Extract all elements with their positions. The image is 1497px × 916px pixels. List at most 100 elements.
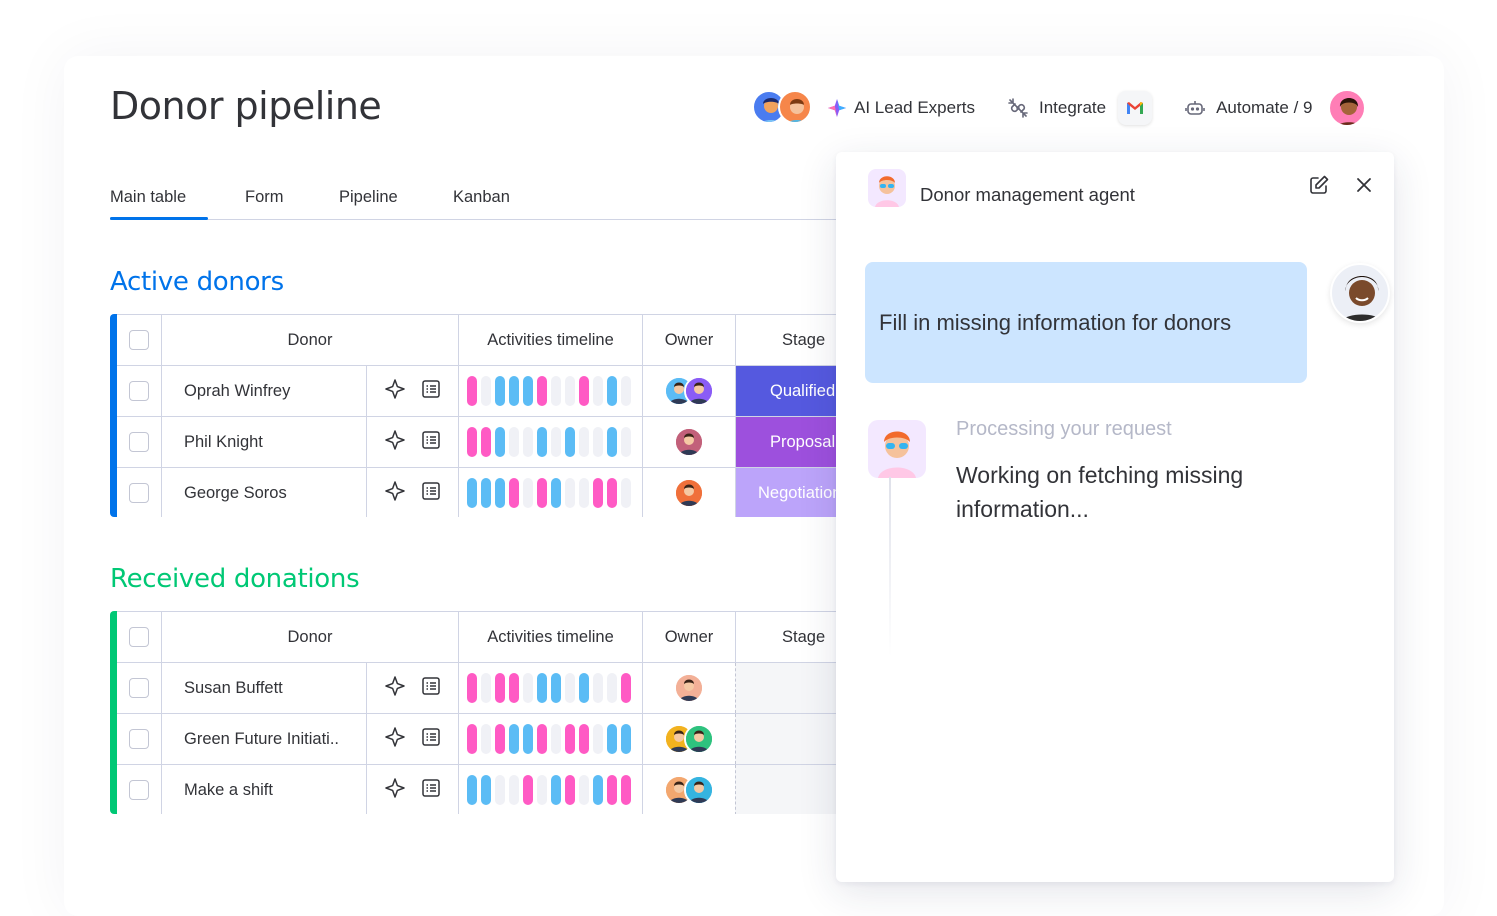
column-header-activities-timeline[interactable]: Activities timeline [458, 315, 642, 365]
timeline-bar [495, 478, 505, 508]
star-outline-icon[interactable] [384, 726, 406, 753]
activities-timeline[interactable] [458, 765, 642, 814]
select-all-checkbox[interactable] [129, 627, 149, 647]
owner-cell[interactable] [642, 417, 735, 467]
timeline-bar [621, 775, 631, 805]
group-title-active-donors[interactable]: Active donors [110, 267, 284, 297]
ai-experts-avatars[interactable] [752, 90, 816, 126]
activities-timeline[interactable] [458, 417, 642, 467]
list-icon[interactable] [420, 777, 442, 804]
timeline-bar [607, 478, 617, 508]
stage-empty[interactable] [735, 714, 836, 764]
stage-status[interactable]: Proposal [735, 417, 836, 467]
tab-form[interactable]: Form [245, 188, 284, 207]
row-select-cell [117, 765, 161, 814]
column-header-activities-timeline[interactable]: Activities timeline [458, 612, 642, 662]
tab-kanban[interactable]: Kanban [453, 188, 510, 207]
donor-name[interactable]: Phil Knight [161, 417, 366, 467]
owner-cell[interactable] [642, 765, 735, 814]
list-icon[interactable] [420, 726, 442, 753]
star-outline-icon[interactable] [384, 777, 406, 804]
close-icon[interactable] [1354, 175, 1374, 200]
row-checkbox[interactable] [129, 678, 149, 698]
user-avatar[interactable] [1328, 89, 1367, 127]
timeline-bar [565, 376, 575, 406]
timeline-bar [523, 478, 533, 508]
row-actions [366, 663, 458, 713]
ai-lead-experts-button[interactable]: AI Lead Experts [826, 97, 975, 119]
timeline-bar [481, 673, 491, 703]
column-header-owner[interactable]: Owner [642, 315, 735, 365]
timeline-bar [467, 775, 477, 805]
stage-empty[interactable] [735, 663, 836, 713]
group-title-received-donations[interactable]: Received donations [110, 564, 360, 594]
select-all-checkbox[interactable] [129, 330, 149, 350]
table-header-row: Donor Activities timeline Owner Stage [117, 314, 836, 365]
activities-timeline[interactable] [458, 366, 642, 416]
list-icon[interactable] [420, 429, 442, 456]
timeline-bar [551, 427, 561, 457]
timeline-bar [537, 724, 547, 754]
timeline-bar [607, 673, 617, 703]
row-select-cell [117, 714, 161, 764]
timeline-bar [537, 775, 547, 805]
donor-name[interactable]: George Soros [161, 468, 366, 517]
list-icon[interactable] [420, 378, 442, 405]
timeline-bar [551, 478, 561, 508]
stage-empty[interactable] [735, 765, 836, 814]
tab-pipeline[interactable]: Pipeline [339, 188, 398, 207]
owner-cell[interactable] [642, 468, 735, 517]
activities-timeline[interactable] [458, 714, 642, 764]
list-icon[interactable] [420, 675, 442, 702]
star-outline-icon[interactable] [384, 675, 406, 702]
timeline-bar [467, 427, 477, 457]
user-message-bubble: Fill in missing information for donors [865, 262, 1307, 383]
timeline-bar [621, 427, 631, 457]
column-header-stage[interactable]: Stage [735, 612, 836, 662]
row-checkbox[interactable] [129, 729, 149, 749]
donor-name[interactable]: Oprah Winfrey [161, 366, 366, 416]
integrate-label: Integrate [1038, 98, 1107, 117]
donor-name[interactable]: Green Future Initiati.. [161, 714, 366, 764]
timeline-bar [593, 427, 603, 457]
timeline-bar [593, 673, 603, 703]
column-header-owner[interactable]: Owner [642, 612, 735, 662]
integrate-button[interactable]: Integrate [1007, 91, 1153, 125]
star-outline-icon[interactable] [384, 429, 406, 456]
row-actions [366, 417, 458, 467]
row-checkbox[interactable] [129, 432, 149, 452]
list-icon[interactable] [420, 480, 442, 507]
owner-avatar [674, 673, 704, 703]
owner-cell[interactable] [642, 714, 735, 764]
row-checkbox[interactable] [129, 780, 149, 800]
timeline-bar [537, 478, 547, 508]
timeline-bar [579, 673, 589, 703]
activities-timeline[interactable] [458, 468, 642, 517]
donor-name[interactable]: Make a shift [161, 765, 366, 814]
timeline-bar [495, 724, 505, 754]
column-header-stage[interactable]: Stage [735, 315, 836, 365]
gmail-icon[interactable] [1118, 91, 1153, 125]
star-outline-icon[interactable] [384, 480, 406, 507]
owner-cell[interactable] [642, 366, 735, 416]
stage-status[interactable]: Qualified [735, 366, 836, 416]
tab-main-table[interactable]: Main table [110, 188, 209, 220]
column-header-donor[interactable]: Donor [161, 315, 458, 365]
timeline-bar [579, 724, 589, 754]
stage-status[interactable]: Negotiation [735, 468, 836, 517]
timeline-bar [565, 673, 575, 703]
row-checkbox[interactable] [129, 483, 149, 503]
activities-timeline[interactable] [458, 663, 642, 713]
column-header-donor[interactable]: Donor [161, 612, 458, 662]
star-outline-icon[interactable] [384, 378, 406, 405]
owner-cell[interactable] [642, 663, 735, 713]
timeline-bar [523, 775, 533, 805]
table-row: Make a shift [117, 764, 836, 814]
row-checkbox[interactable] [129, 381, 149, 401]
timeline-bar [621, 376, 631, 406]
timeline-bar [495, 376, 505, 406]
edit-icon[interactable] [1308, 174, 1330, 201]
timeline-bar [523, 673, 533, 703]
donor-name[interactable]: Susan Buffett [161, 663, 366, 713]
automate-button[interactable]: Automate / 9 [1184, 97, 1312, 119]
